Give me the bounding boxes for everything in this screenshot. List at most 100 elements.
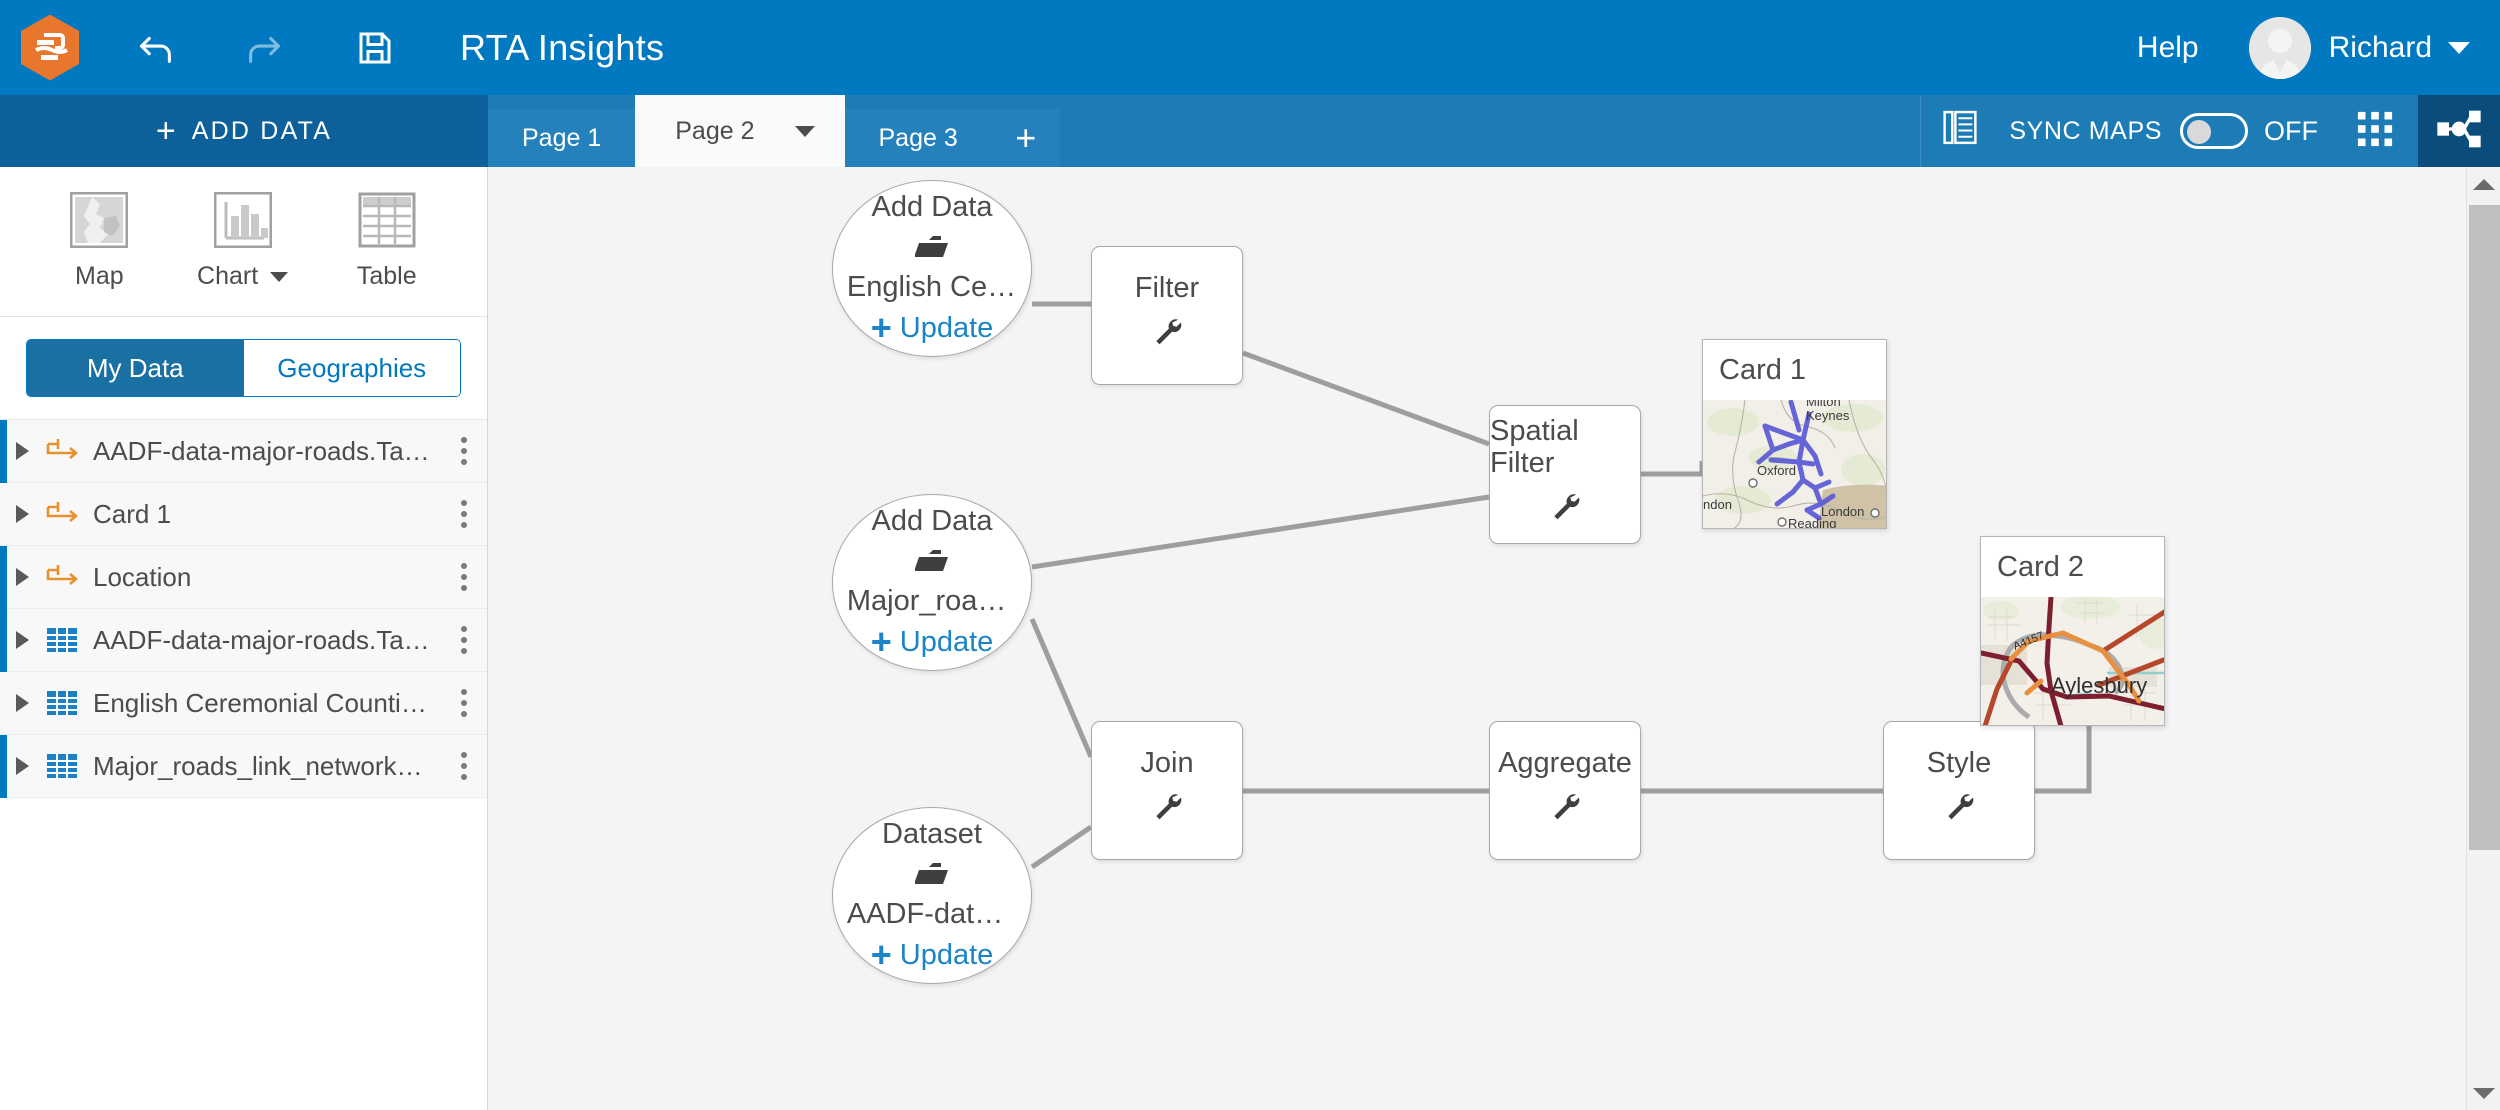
tab-my-data[interactable]: My Data bbox=[27, 340, 244, 396]
node-style[interactable]: Style bbox=[1883, 721, 2035, 860]
node-filter[interactable]: Filter bbox=[1091, 246, 1243, 385]
dataset-label: Location bbox=[93, 561, 192, 592]
card-title: Card 1 bbox=[1703, 340, 1886, 400]
folder-icon bbox=[914, 234, 949, 265]
card-type-palette: Map Chart Table bbox=[0, 167, 487, 317]
card-map-thumbnail: A4157 Aylesbury bbox=[1981, 597, 2164, 725]
dataset-label: AADF-data-major-roads.Ta… bbox=[93, 435, 430, 466]
node-subtitle: Major_roads_lin… bbox=[846, 584, 1017, 617]
tab-page-1[interactable]: Page 1 bbox=[488, 109, 636, 167]
node-dataset-aadf[interactable]: Dataset AADF-data-maj… + Update bbox=[832, 807, 1032, 984]
sync-maps-control[interactable]: SYNC MAPS OFF bbox=[1999, 113, 2332, 149]
redo-button[interactable] bbox=[210, 0, 320, 95]
map-card-icon bbox=[69, 191, 129, 249]
node-aggregate[interactable]: Aggregate bbox=[1489, 721, 1641, 860]
node-title: Add Data bbox=[871, 505, 993, 538]
create-chart-card-button[interactable]: Chart bbox=[197, 191, 289, 291]
add-page-button[interactable]: + bbox=[991, 109, 1060, 167]
tab-geographies[interactable]: Geographies bbox=[243, 340, 460, 396]
sync-maps-toggle[interactable] bbox=[2180, 113, 2248, 149]
wrench-icon bbox=[1151, 790, 1183, 827]
list-item[interactable]: Location bbox=[0, 546, 487, 609]
expand-arrow-icon[interactable] bbox=[16, 757, 29, 775]
kebab-menu-icon[interactable] bbox=[441, 500, 487, 528]
folder-icon bbox=[914, 861, 949, 892]
node-join[interactable]: Join bbox=[1091, 721, 1243, 860]
update-label: Update bbox=[899, 311, 994, 344]
list-item[interactable]: English Ceremonial Counti… bbox=[0, 672, 487, 735]
expand-arrow-icon[interactable] bbox=[16, 442, 29, 460]
secondary-toolbar: + ADD DATA Page 1 Page 2 Page 3 + SYNC M… bbox=[0, 95, 2500, 167]
svg-text:Oxford: Oxford bbox=[1757, 463, 1796, 478]
card-map-thumbnail: Milton Keynes Oxford ndon London Reading bbox=[1703, 400, 1886, 528]
add-data-label: ADD DATA bbox=[191, 116, 333, 145]
card-type-label: Map bbox=[75, 262, 124, 290]
canvas-vertical-scrollbar[interactable] bbox=[2466, 167, 2500, 1110]
tab-label: Page 3 bbox=[878, 123, 958, 152]
help-link[interactable]: Help bbox=[2137, 31, 2199, 65]
create-map-card-button[interactable]: Map bbox=[69, 191, 129, 291]
dataset-label: Card 1 bbox=[93, 498, 172, 529]
insights-logo-icon bbox=[21, 14, 79, 81]
list-item[interactable]: AADF-data-major-roads.Ta… bbox=[0, 609, 487, 672]
scrollbar-thumb[interactable] bbox=[2469, 205, 2500, 850]
expand-arrow-icon[interactable] bbox=[16, 568, 29, 586]
add-data-button[interactable]: + ADD DATA bbox=[0, 95, 488, 167]
analysis-canvas[interactable]: Add Data English Ceremo… + Update Add Da… bbox=[489, 167, 2466, 1110]
save-button[interactable] bbox=[320, 0, 430, 95]
node-add-data-major-roads[interactable]: Add Data Major_roads_lin… + Update bbox=[832, 494, 1032, 671]
data-source-tabs-wrap: My Data Geographies bbox=[0, 317, 487, 419]
chevron-down-icon[interactable] bbox=[794, 125, 815, 137]
list-item[interactable]: Card 1 bbox=[0, 483, 487, 546]
connection-lines bbox=[1029, 301, 2092, 870]
kebab-menu-icon[interactable] bbox=[441, 689, 487, 717]
node-add-data-english-ceremonial[interactable]: Add Data English Ceremo… + Update bbox=[832, 180, 1032, 357]
kebab-menu-icon[interactable] bbox=[441, 752, 487, 780]
top-toolbar-right: Help Richard bbox=[2137, 0, 2500, 95]
scroll-up-button[interactable] bbox=[2467, 167, 2500, 201]
kebab-menu-icon[interactable] bbox=[441, 437, 487, 465]
node-title: Style bbox=[1926, 747, 1992, 780]
expand-arrow-icon[interactable] bbox=[16, 505, 29, 523]
top-toolbar: RTA Insights Help Richard bbox=[0, 0, 2500, 95]
plus-icon: + bbox=[870, 934, 892, 976]
update-button[interactable]: + Update bbox=[871, 624, 994, 660]
node-spatial-filter[interactable]: Spatial Filter bbox=[1489, 405, 1641, 544]
card-node-card-1[interactable]: Card 1 Milton Keynes Oxford ndon London … bbox=[1702, 339, 1887, 529]
undo-button[interactable] bbox=[100, 0, 210, 95]
node-title: Filter bbox=[1134, 272, 1200, 305]
left-sidebar: Map Chart Table My Data Geographies AADF… bbox=[0, 167, 488, 1110]
plus-icon: + bbox=[155, 112, 176, 150]
list-item[interactable]: AADF-data-major-roads.Ta… bbox=[0, 420, 487, 483]
update-label: Update bbox=[899, 625, 994, 658]
scroll-down-button[interactable] bbox=[2467, 1076, 2500, 1110]
tab-page-2[interactable]: Page 2 bbox=[635, 95, 845, 167]
analysis-view-button[interactable] bbox=[2418, 95, 2500, 167]
chevron-down-icon[interactable] bbox=[270, 271, 289, 282]
tab-page-3[interactable]: Page 3 bbox=[844, 109, 992, 167]
dataset-list: AADF-data-major-roads.Ta… Card 1 Locatio… bbox=[0, 419, 487, 798]
kebab-menu-icon[interactable] bbox=[441, 626, 487, 654]
card-node-card-2[interactable]: Card 2 A4157 Aylesbury bbox=[1980, 536, 2165, 726]
dataset-label: Major_roads_link_network… bbox=[93, 750, 423, 781]
app-logo-button[interactable] bbox=[0, 0, 100, 95]
page-thumbnails-button[interactable] bbox=[1921, 95, 1999, 167]
expand-arrow-icon[interactable] bbox=[16, 631, 29, 649]
card-title: Card 2 bbox=[1981, 537, 2164, 597]
update-button[interactable]: + Update bbox=[870, 307, 994, 349]
list-item[interactable]: Major_roads_link_network… bbox=[0, 735, 487, 798]
update-button[interactable]: + Update bbox=[870, 934, 994, 976]
svg-text:ndon: ndon bbox=[1703, 497, 1732, 512]
avatar[interactable] bbox=[2248, 16, 2311, 79]
create-table-card-button[interactable]: Table bbox=[357, 192, 417, 291]
chevron-down-icon[interactable] bbox=[2448, 41, 2470, 54]
node-title: Aggregate bbox=[1498, 747, 1632, 780]
expand-arrow-icon[interactable] bbox=[16, 694, 29, 712]
result-dataset-icon bbox=[45, 562, 79, 592]
card-type-label: Chart bbox=[197, 262, 289, 291]
user-name[interactable]: Richard bbox=[2329, 31, 2432, 65]
kebab-menu-icon[interactable] bbox=[441, 563, 487, 591]
apps-grid-button[interactable] bbox=[2332, 95, 2418, 167]
dataset-label: English Ceremonial Counti… bbox=[93, 687, 427, 718]
plus-icon: + bbox=[870, 307, 892, 349]
